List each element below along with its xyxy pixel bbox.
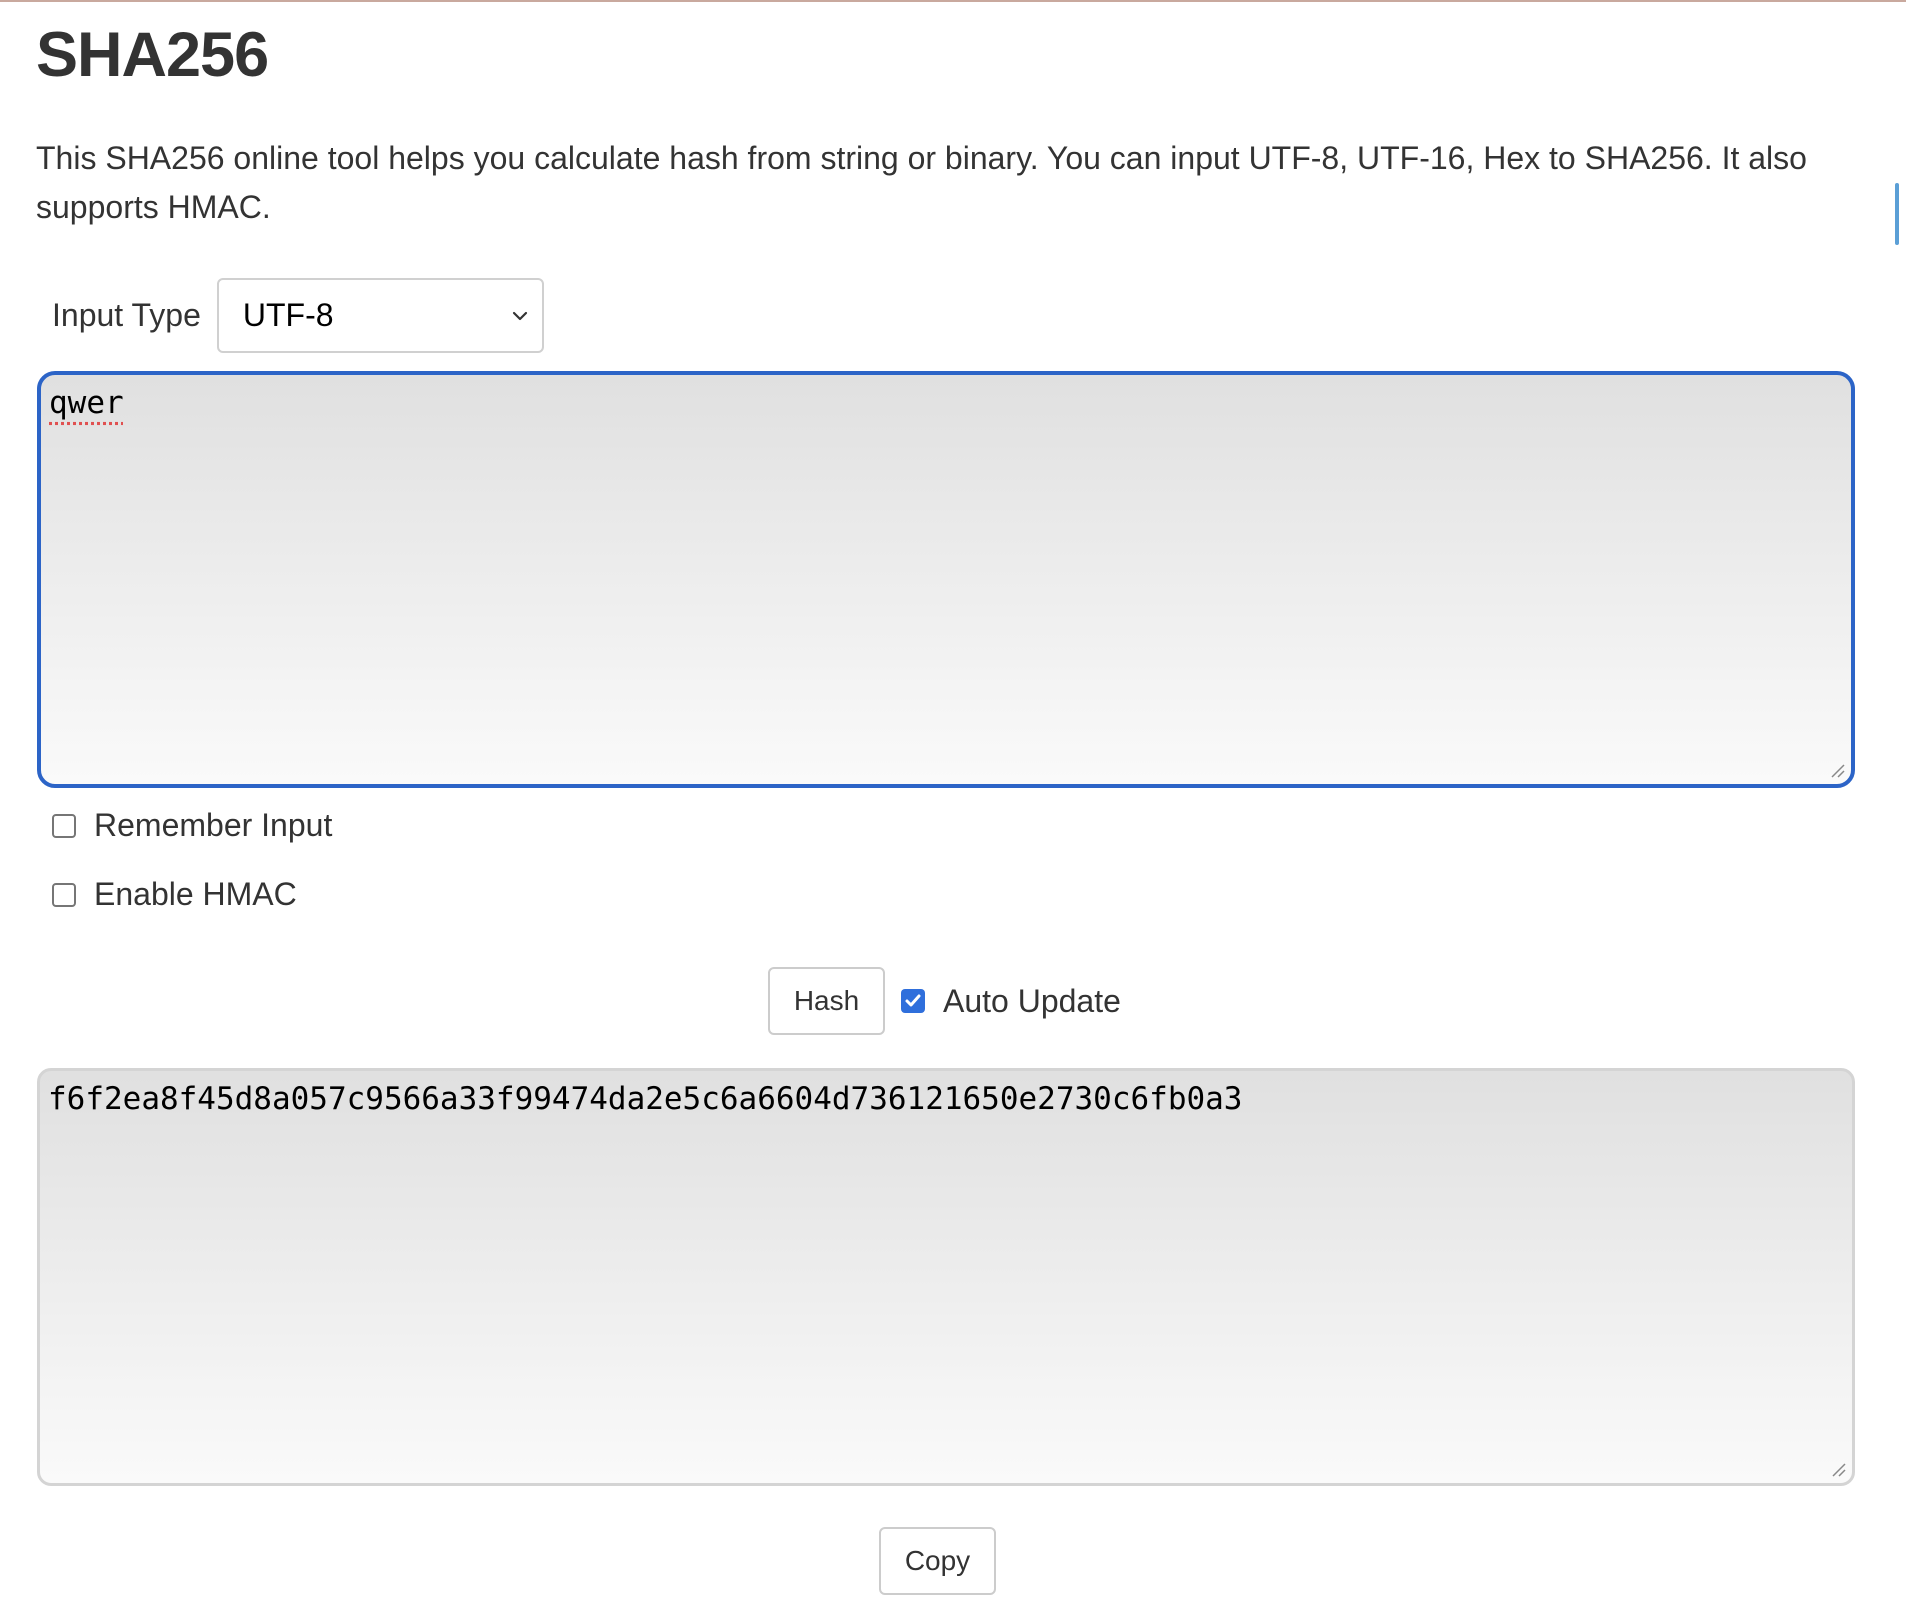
scrollbar-thumb[interactable] [1895, 183, 1899, 245]
enable-hmac-row[interactable]: Enable HMAC [52, 876, 297, 913]
auto-update-checkbox[interactable] [901, 989, 925, 1013]
hash-controls: Hash Auto Update [768, 967, 1121, 1035]
input-type-row: Input Type UTF-8 [52, 277, 544, 354]
auto-update-label: Auto Update [943, 982, 1121, 1019]
input-type-selected-value: UTF-8 [242, 297, 334, 333]
page-title: SHA256 [36, 20, 269, 90]
remember-input-checkbox[interactable] [52, 813, 76, 838]
input-textarea[interactable]: qwer [37, 371, 1855, 788]
resize-grip-icon[interactable] [1829, 762, 1845, 778]
output-hash-text: f6f2ea8f45d8a057c9566a33f99474da2e5c6a66… [48, 1081, 1243, 1117]
output-textarea[interactable]: f6f2ea8f45d8a057c9566a33f99474da2e5c6a66… [37, 1068, 1855, 1486]
checkmark-icon [905, 994, 921, 1007]
input-type-select[interactable]: UTF-8 [216, 278, 544, 353]
chevron-down-icon [512, 311, 527, 321]
remember-input-label: Remember Input [94, 807, 333, 843]
page-description: This SHA256 online tool helps you calcul… [36, 140, 1807, 225]
enable-hmac-label: Enable HMAC [94, 876, 297, 912]
enable-hmac-checkbox[interactable] [52, 882, 76, 907]
remember-input-row[interactable]: Remember Input [52, 807, 332, 844]
hash-button[interactable]: Hash [768, 967, 885, 1035]
top-border [0, 0, 1906, 2]
resize-grip-icon[interactable] [1830, 1461, 1846, 1477]
input-text: qwer [49, 385, 124, 421]
copy-button[interactable]: Copy [879, 1527, 996, 1595]
input-type-label: Input Type [52, 297, 201, 333]
